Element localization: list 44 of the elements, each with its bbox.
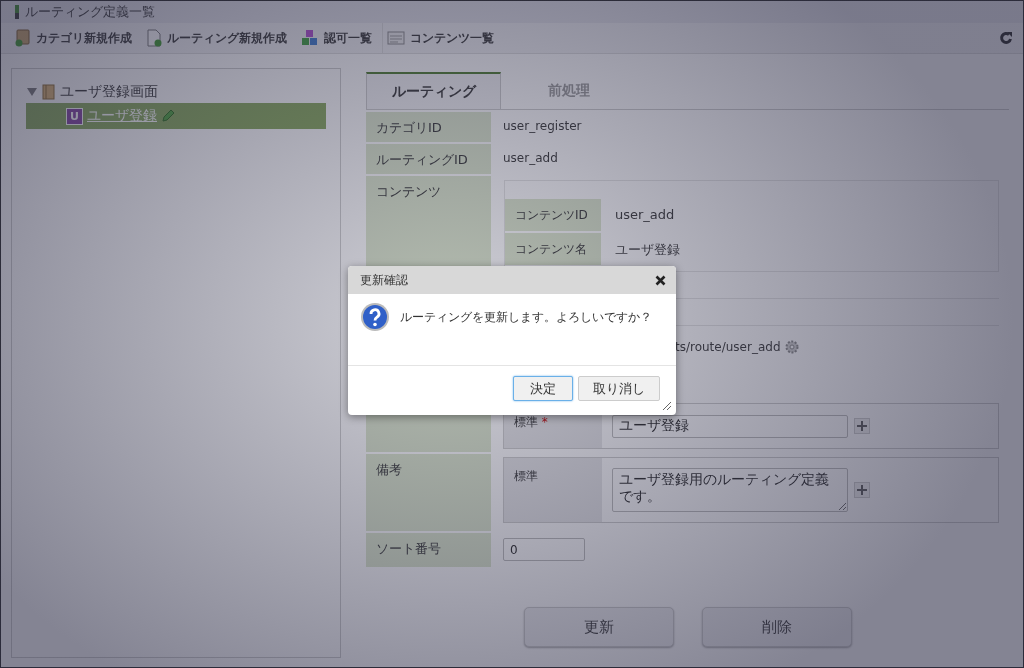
required-mark: * [541, 415, 548, 429]
input-field[interactable]: 0 [503, 538, 585, 561]
input-field[interactable]: ユーザ登録 [612, 414, 848, 438]
resize-grip-icon[interactable] [662, 401, 672, 411]
field-value: user_add [615, 207, 675, 222]
tree-item-row[interactable]: U ユーザ登録 [26, 103, 326, 129]
row-label: ソート番号 [366, 533, 491, 567]
type-badge: U [66, 107, 83, 125]
field-value: user_add [503, 151, 558, 165]
refresh-icon[interactable] [999, 31, 1013, 45]
action-button[interactable]: 更新 [523, 607, 674, 647]
pencil-icon[interactable] [161, 109, 175, 123]
field-value: ユーザ登録 [615, 242, 680, 257]
locale-label: 標準 [514, 469, 538, 483]
locale-label: 標準 [514, 415, 538, 429]
row-label: コンテンツ名 [505, 233, 601, 265]
question-icon [360, 302, 390, 332]
toolbar-button[interactable]: カテゴリ新規作成 [11, 23, 142, 53]
row-label: ルーティングID [366, 144, 491, 174]
row-label: コンテンツID [505, 199, 601, 231]
toolbar-button[interactable]: 認可一覧 [297, 23, 383, 53]
tree-item[interactable]: ユーザ登録画面 [60, 83, 158, 101]
dialog-button[interactable]: 決定 [513, 376, 573, 401]
textarea-field[interactable]: ユーザ登録用のルーティング定義です。 [612, 468, 848, 512]
field-value: user_register [503, 119, 582, 133]
blocks-icon [301, 29, 319, 47]
add-button[interactable] [854, 482, 870, 498]
tab[interactable]: ルーティング [366, 72, 501, 109]
contents-path: ts/route/user_add [675, 340, 781, 354]
action-button[interactable]: 削除 [701, 607, 852, 647]
list-window-icon [387, 31, 405, 45]
row-label: カテゴリID [366, 112, 491, 142]
expanded-triangle-icon[interactable] [26, 87, 38, 97]
dialog-button[interactable]: 取り消し [578, 376, 660, 401]
toolbar-button[interactable]: コンテンツ一覧 [383, 23, 504, 53]
add-button[interactable] [854, 418, 870, 434]
book-icon [42, 84, 56, 100]
row-label: 備考 [366, 454, 491, 531]
document-add-icon [146, 29, 162, 47]
app-icon [15, 5, 19, 19]
toolbar-button[interactable]: ルーティング新規作成 [142, 23, 297, 53]
folder-add-icon [15, 29, 31, 47]
gear-icon[interactable] [784, 340, 799, 354]
close-button[interactable] [655, 274, 666, 286]
